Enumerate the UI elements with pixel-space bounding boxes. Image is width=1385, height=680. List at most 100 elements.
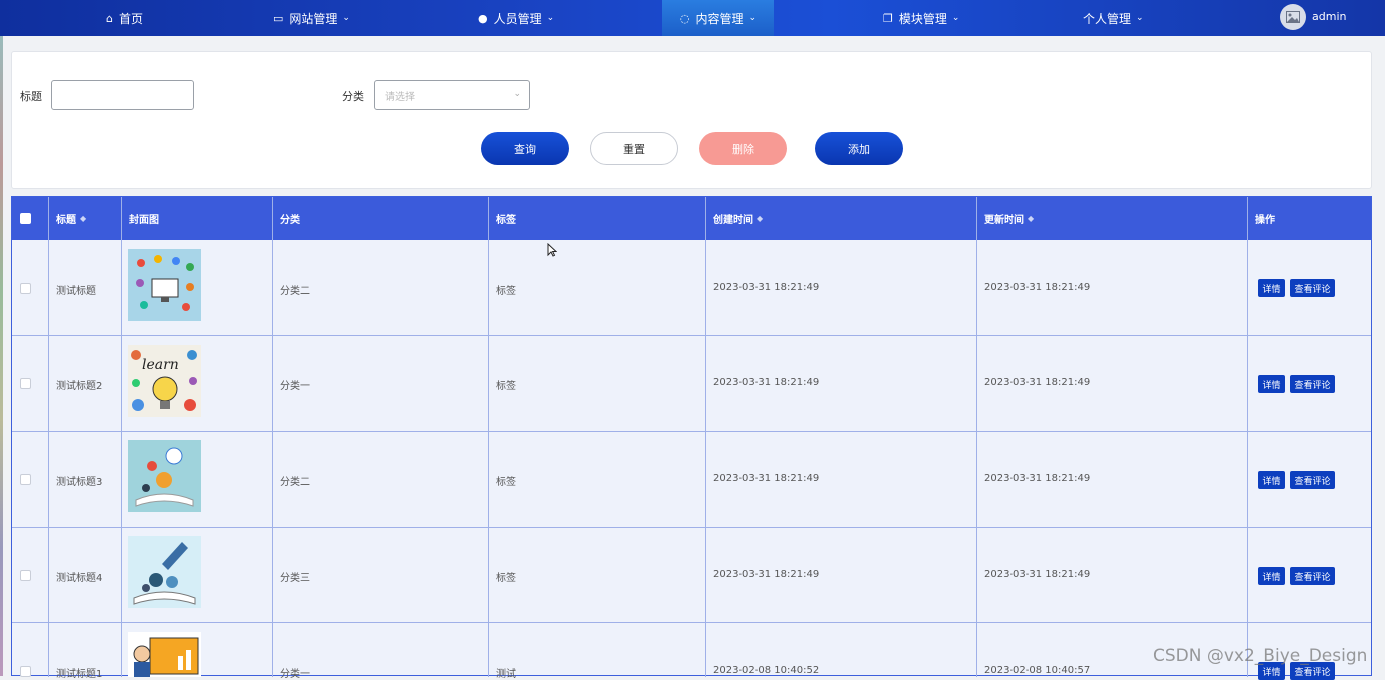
- nav-personal-management[interactable]: 个人管理 ⌄: [1083, 0, 1144, 36]
- row-tag: 标签: [496, 477, 516, 488]
- row-checkbox[interactable]: [20, 570, 31, 581]
- chevron-down-icon: ⌄: [342, 13, 350, 23]
- row-title: 测试标题1: [56, 669, 103, 680]
- nav-personal-management-label: 个人管理: [1083, 11, 1132, 26]
- view-comments-button[interactable]: 查看评论: [1290, 279, 1335, 297]
- row-category: 分类一: [280, 669, 310, 680]
- view-comments-button[interactable]: 查看评论: [1290, 471, 1335, 489]
- nav-staff-management[interactable]: ● 人员管理 ⌄: [478, 0, 554, 36]
- select-all-checkbox[interactable]: [20, 213, 31, 224]
- column-header-updated-label: 更新时间: [984, 215, 1024, 226]
- row-created-time: 2023-03-31 18:21:49: [713, 377, 820, 388]
- detail-button[interactable]: 详情: [1258, 279, 1285, 297]
- category-select[interactable]: 请选择 ⌄: [374, 80, 530, 110]
- column-divider: [488, 197, 489, 677]
- column-divider: [976, 197, 977, 677]
- cover-image[interactable]: [128, 440, 201, 512]
- content-table: 标题 ◆ 封面图 分类 标签 创建时间 ◆ 更新时间 ◆ 操作 测试标题 分类二…: [11, 196, 1372, 680]
- cover-image[interactable]: [128, 632, 201, 677]
- chat-icon: ◌: [679, 11, 690, 25]
- chevron-down-icon: ⌄: [546, 13, 555, 23]
- row-created-time: 2023-03-31 18:21:49: [713, 473, 820, 484]
- title-label: 标题: [20, 90, 42, 103]
- row-divider: [12, 622, 1371, 623]
- top-navigation-bar: ⌂ 首页 ▭ 网站管理 ⌄ ● 人员管理 ⌄ ◌ 内容管理 ⌄ ❐ 模块管理 ⌄…: [0, 0, 1385, 36]
- cover-illustration-learn-bulb: learn: [128, 345, 201, 417]
- nav-module-management-label: 模块管理: [898, 11, 947, 26]
- chevron-down-icon: ⌄: [748, 13, 757, 23]
- delete-button[interactable]: 删除: [699, 132, 787, 165]
- cover-illustration-presenter-chart: [128, 632, 201, 677]
- row-created-time: 2023-02-08 10:40:52: [713, 665, 820, 676]
- chevron-down-icon: ⌄: [951, 13, 960, 23]
- row-checkbox[interactable]: [20, 474, 31, 485]
- row-created-time: 2023-03-31 18:21:49: [713, 282, 820, 293]
- row-category: 分类二: [280, 477, 310, 488]
- column-divider: [121, 197, 122, 677]
- view-comments-button[interactable]: 查看评论: [1290, 375, 1335, 393]
- category-label: 分类: [342, 90, 364, 103]
- detail-button[interactable]: 详情: [1258, 567, 1285, 585]
- row-tag: 标签: [496, 381, 516, 392]
- title-input[interactable]: [51, 80, 194, 110]
- chevron-down-icon: ⌄: [513, 89, 521, 99]
- cover-illustration-book-rocket: [128, 536, 201, 608]
- row-category: 分类一: [280, 381, 310, 392]
- row-title: 测试标题: [56, 286, 96, 297]
- view-comments-button[interactable]: 查看评论: [1290, 567, 1335, 585]
- row-tag: 标签: [496, 573, 516, 584]
- row-checkbox[interactable]: [20, 378, 31, 389]
- cover-illustration-book-balloon: [128, 440, 201, 512]
- cover-image[interactable]: learn: [128, 345, 201, 417]
- column-divider: [705, 197, 706, 677]
- search-panel: [11, 51, 1372, 189]
- avatar[interactable]: [1280, 4, 1306, 30]
- image-placeholder-icon: [1286, 11, 1300, 23]
- svg-text:learn: learn: [142, 357, 179, 373]
- query-button[interactable]: 查询: [481, 132, 569, 165]
- row-updated-time: 2023-02-08 10:40:57: [984, 665, 1091, 676]
- watermark: CSDN @vx2_Biye_Design: [1153, 646, 1368, 666]
- nav-site-management[interactable]: ▭ 网站管理 ⌄: [273, 0, 350, 36]
- sort-icon[interactable]: ◆: [80, 214, 86, 223]
- mouse-cursor-icon: [547, 242, 558, 260]
- column-header-updated[interactable]: 更新时间 ◆: [984, 197, 1034, 240]
- row-checkbox[interactable]: [20, 283, 31, 294]
- add-button[interactable]: 添加: [815, 132, 903, 165]
- cover-image[interactable]: [128, 249, 201, 321]
- column-divider: [48, 197, 49, 677]
- cover-illustration-learning-icons: [128, 249, 201, 321]
- row-title: 测试标题3: [56, 477, 103, 488]
- row-created-time: 2023-03-31 18:21:49: [713, 569, 820, 580]
- row-title: 测试标题4: [56, 573, 103, 584]
- nav-content-management[interactable]: ◌ 内容管理 ⌄: [662, 0, 774, 36]
- row-updated-time: 2023-03-31 18:21:49: [984, 473, 1091, 484]
- row-checkbox[interactable]: [20, 666, 31, 677]
- row-updated-time: 2023-03-31 18:21:49: [984, 569, 1091, 580]
- column-header-title-label: 标题: [56, 215, 76, 226]
- row-tag: 标签: [496, 286, 516, 297]
- nav-home[interactable]: ⌂ 首页: [106, 0, 143, 36]
- nav-content-management-label: 内容管理: [695, 11, 744, 26]
- nav-module-management[interactable]: ❐ 模块管理 ⌄: [883, 0, 959, 36]
- row-divider: [12, 431, 1371, 432]
- cover-image[interactable]: [128, 536, 201, 608]
- column-header-created[interactable]: 创建时间 ◆: [713, 197, 763, 240]
- row-updated-time: 2023-03-31 18:21:49: [984, 282, 1091, 293]
- sort-icon[interactable]: ◆: [1028, 214, 1034, 223]
- row-updated-time: 2023-03-31 18:21:49: [984, 377, 1091, 388]
- username[interactable]: admin: [1312, 0, 1346, 32]
- row-category: 分类三: [280, 573, 310, 584]
- nav-home-label: 首页: [118, 11, 143, 26]
- user-icon: ●: [478, 11, 488, 25]
- left-edge-strip: [0, 36, 3, 676]
- reset-button[interactable]: 重置: [590, 132, 678, 165]
- detail-button[interactable]: 详情: [1258, 375, 1285, 393]
- sort-icon[interactable]: ◆: [757, 214, 763, 223]
- column-header-cover: 封面图: [129, 215, 159, 226]
- row-category: 分类二: [280, 286, 310, 297]
- nav-staff-management-label: 人员管理: [493, 11, 542, 26]
- column-header-title[interactable]: 标题 ◆: [56, 197, 86, 240]
- copy-icon: ❐: [883, 11, 893, 25]
- detail-button[interactable]: 详情: [1258, 471, 1285, 489]
